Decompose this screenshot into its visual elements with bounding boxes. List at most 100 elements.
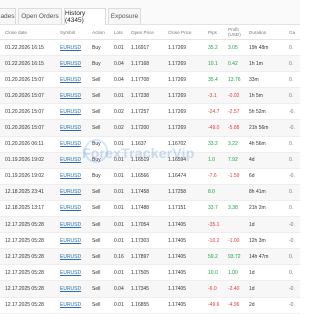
cell-action: Buy [92, 168, 114, 185]
cell-close-price: 1.17258 [168, 184, 208, 201]
header-close-price[interactable]: Close Price [168, 25, 208, 40]
header-open-price[interactable]: Open Price [131, 25, 168, 40]
header-action[interactable]: Action [92, 25, 114, 40]
cell-symbol[interactable]: EURUSD [60, 87, 92, 105]
cell-symbol[interactable]: EURUSD [60, 168, 92, 185]
cell-symbol[interactable]: EURUSD [60, 103, 92, 121]
cell-duration: 1d [249, 264, 289, 282]
tab-history[interactable]: History (4345) [64, 8, 106, 25]
cell-pips: -49.6 [208, 297, 228, 314]
table-body: 01.22.2026 16:15 EURUSD Buy 0.01 1.16917 1.17… [0, 39, 300, 314]
cell-symbol[interactable]: EURUSD [60, 184, 92, 201]
header-duration[interactable]: Duration [249, 25, 289, 40]
cell-lots: 0.01 [114, 297, 131, 314]
tab-trades[interactable]: ades [0, 8, 16, 24]
cell-duration: 1h 1m [249, 55, 289, 73]
cell-symbol[interactable]: EURUSD [60, 119, 92, 137]
cell-open-price: 1.17257 [131, 103, 168, 121]
cell-lots: 0.01 [114, 232, 131, 250]
cell-pips: -24.7 [208, 103, 228, 121]
cell-symbol[interactable]: EURUSD [60, 200, 92, 218]
cell-close-date: 12.17.2025 05:28 [0, 264, 60, 282]
cell-profit: -0.02 [228, 87, 249, 105]
cell-symbol[interactable]: EURUSD [60, 216, 92, 234]
cell-pips: -10.2 [208, 232, 228, 250]
cell-symbol[interactable]: EURUSD [60, 280, 92, 298]
cell-profit: -1.00 [228, 232, 249, 250]
cell-lots: 0.01 [114, 168, 131, 185]
cell-action: Sell [92, 200, 114, 218]
cell-close-price: 1.17405 [168, 232, 208, 250]
cell-symbol[interactable]: EURUSD [60, 264, 92, 282]
cell-symbol[interactable]: EURUSD [60, 71, 92, 89]
cell-close-price: 1.17269 [168, 119, 208, 137]
cell-close-price: 1.17269 [168, 87, 208, 105]
cell-profit [228, 216, 249, 234]
cell-profit: 3.22 [228, 136, 249, 153]
cell-close-date: 01.20.2026 15:07 [0, 87, 60, 105]
cell-duration: 2d [249, 297, 289, 314]
cell-gain: 0. [289, 39, 300, 57]
tab-trades-label: ades [0, 13, 15, 20]
cell-symbol[interactable]: EURUSD [60, 232, 92, 250]
cell-close-price: 1.17405 [168, 297, 208, 314]
cell-close-date: 12.17.2025 05:28 [0, 216, 60, 234]
cell-pips: 33.2 [208, 136, 228, 153]
tab-open-orders[interactable]: Open Orders [18, 8, 62, 24]
cell-open-price: 1.16917 [131, 39, 168, 57]
header-close-date[interactable]: Close date [0, 25, 60, 40]
cell-profit: 7.92 [228, 152, 249, 169]
cell-action: Buy [92, 39, 114, 57]
watermark: ForexTrackerVip [82, 145, 195, 161]
header-lots[interactable]: Lots [114, 25, 131, 40]
cell-close-price: 1.17269 [168, 55, 208, 73]
table-row: 12.18.2025 13:17 EURUSD Sell 0.01 1.17488 1.1… [0, 200, 300, 218]
cell-close-date: 01.20.2026 15:07 [0, 71, 60, 89]
table-header-row: Close date Symbol Action Lots Open Price… [0, 25, 300, 40]
cell-lots: 0.04 [114, 71, 131, 89]
cell-close-price: 1.17405 [168, 280, 208, 298]
cell-close-price: 1.17269 [168, 71, 208, 89]
cell-pips: -6.0 [208, 280, 228, 298]
tab-history-label: History (4345) [65, 10, 86, 24]
cell-gain: 0. [289, 200, 300, 218]
cell-action: Sell [92, 264, 114, 282]
cell-symbol[interactable]: EURUSD [60, 39, 92, 57]
cell-close-date: 01.20.2026 06:11 [0, 136, 60, 153]
cell-symbol[interactable]: EURUSD [60, 55, 92, 73]
cell-profit: -4.96 [228, 297, 249, 314]
cell-pips: 59.2 [208, 248, 228, 266]
cell-gain: -0. [289, 168, 300, 185]
table-row: 12.17.2025 05:28 EURUSD Sell 0.16 1.17897 1.1… [0, 248, 300, 266]
cell-open-price: 1.17505 [131, 264, 168, 282]
cell-pips: 35.4 [208, 71, 228, 89]
cell-pips: 10.1 [208, 55, 228, 73]
cell-gain: 0. [289, 71, 300, 89]
cell-profit: 0.42 [228, 55, 249, 73]
cell-close-date: 01.20.2026 15:07 [0, 119, 60, 137]
cell-duration: 8h 41m [249, 184, 289, 201]
cell-profit [228, 184, 249, 201]
cell-gain: -0. [289, 280, 300, 298]
cell-gain: -0. [289, 103, 300, 121]
header-profit[interactable]: Profit (USD) [228, 25, 249, 40]
cell-lots: 0.01 [114, 184, 131, 201]
cell-lots: 0.04 [114, 55, 131, 73]
history-table: Close date Symbol Action Lots Open Price… [0, 25, 300, 314]
tab-exposure[interactable]: Exposure [108, 8, 141, 24]
header-symbol[interactable]: Symbol [60, 25, 92, 40]
cell-lots: 0.02 [114, 119, 131, 137]
header-pips[interactable]: Pips [208, 25, 228, 40]
tab-exposure-label: Exposure [110, 13, 139, 20]
cell-action: Sell [92, 119, 114, 137]
cell-symbol[interactable]: EURUSD [60, 248, 92, 266]
table-row: 01.20.2026 15:07 EURUSD Sell 0.02 1.17200 1.1… [0, 119, 300, 137]
cell-close-date: 12.17.2025 05:28 [0, 232, 60, 250]
cell-close-date: 01.22.2026 16:15 [0, 55, 60, 73]
cell-gain: 0. [289, 55, 300, 73]
cell-close-price: 1.17405 [168, 264, 208, 282]
cell-action: Sell [92, 87, 114, 105]
table-row: 12.17.2025 05:28 EURUSD Sell 0.01 1.17505 1.1… [0, 264, 300, 282]
header-gain[interactable]: Ga [289, 25, 300, 40]
cell-symbol[interactable]: EURUSD [60, 297, 92, 314]
